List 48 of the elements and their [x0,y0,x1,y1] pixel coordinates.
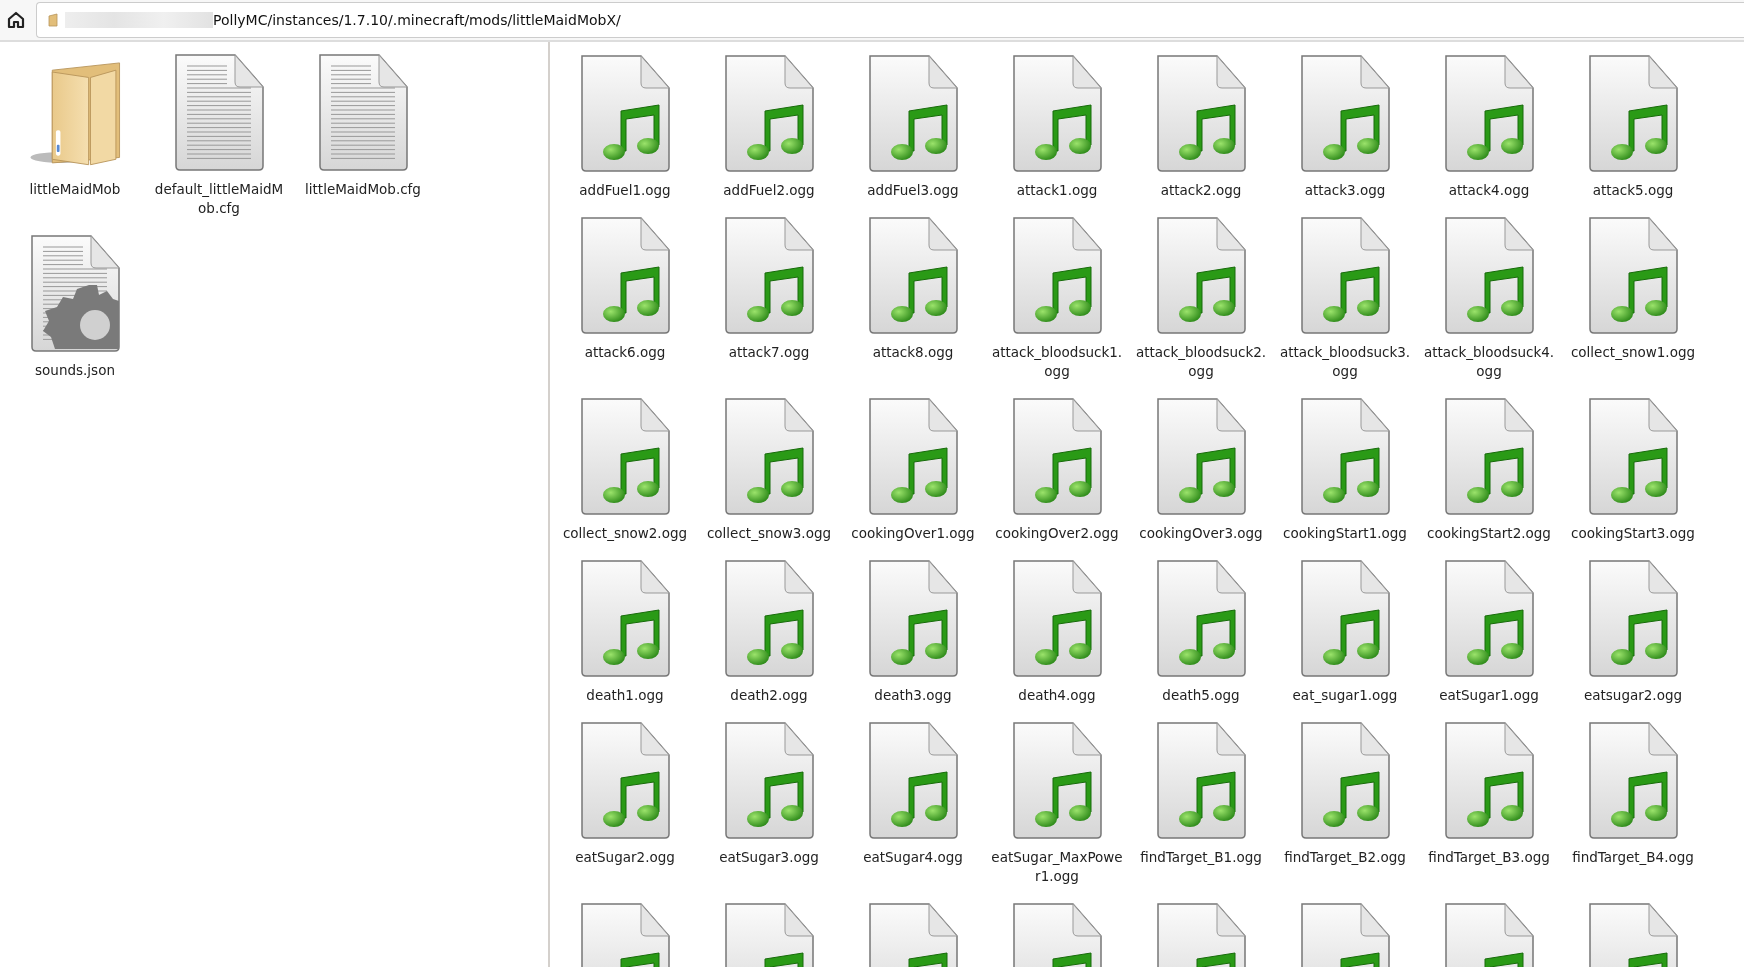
file-item[interactable]: attack_bloodsuck2.ogg [1129,215,1273,396]
file-item[interactable]: eatSugar1.ogg [1417,558,1561,720]
file-item[interactable]: cookingOver1.ogg [841,396,985,558]
file-item[interactable]: findTarget_B4.ogg [1561,720,1705,901]
file-item[interactable]: collect_snow3.ogg [697,396,841,558]
file-item[interactable]: attack_bloodsuck4.ogg [1417,215,1561,396]
file-item[interactable]: addFuel2.ogg [697,53,841,215]
file-item[interactable]: eatSugar3.ogg [697,720,841,901]
file-item[interactable]: death5.ogg [1129,558,1273,720]
address-field[interactable]: PollyMC/instances/1.7.10/.minecraft/mods/littleMaidMobX/ [36,2,1744,38]
file-item[interactable]: eat_sugar1.ogg [1273,558,1417,720]
file-item[interactable]: attack5.ogg [1561,53,1705,215]
file-item[interactable]: death2.ogg [697,558,841,720]
path-text: PollyMC/instances/1.7.10/.minecraft/mods/littleMaidMobX/ [213,12,621,28]
file-item[interactable]: sounds.json [3,233,147,395]
file-item[interactable]: attack4.ogg [1417,53,1561,215]
folder-icon [47,13,59,27]
file-item[interactable]: cookingOver2.ogg [985,396,1129,558]
file-item[interactable]: collect_snow1.ogg [1561,215,1705,396]
file-item[interactable]: addFuel1.ogg [553,53,697,215]
file-item[interactable]: death3.ogg [841,558,985,720]
file-item[interactable]: death4.ogg [985,558,1129,720]
file-item[interactable]: attack3.ogg [1273,53,1417,215]
file-item[interactable]: littleMaidMob.cfg [291,52,435,233]
file-item[interactable]: attack2.ogg [1129,53,1273,215]
file-item[interactable]: eatSugar_MaxPower1.ogg [985,720,1129,901]
file-item[interactable]: attack_bloodsuck3.ogg [1273,215,1417,396]
file-item[interactable]: attack1.ogg [985,53,1129,215]
file-item[interactable]: eatsugar2.ogg [1561,558,1705,720]
file-item[interactable]: cookingOver3.ogg [1129,396,1273,558]
file-item[interactable]: attack8.ogg [841,215,985,396]
file-item[interactable]: cookingStart2.ogg [1417,396,1561,558]
file-item[interactable]: collect_snow2.ogg [553,396,697,558]
file-item[interactable]: default_littleMaidMob.cfg [147,52,291,233]
file-item[interactable]: eatSugar2.ogg [553,720,697,901]
file-item[interactable]: findTarget_B3.ogg [1417,720,1561,901]
file-item[interactable]: death1.ogg [553,558,697,720]
file-item[interactable]: littleMaidMob [3,52,147,233]
file-item[interactable]: addFuel3.ogg [841,53,985,215]
file-item[interactable]: cookingStart3.ogg [1561,396,1705,558]
home-icon [6,10,26,30]
file-item[interactable]: cookingStart1.ogg [1273,396,1417,558]
file-item[interactable]: attack_bloodsuck1.ogg [985,215,1129,396]
file-item[interactable]: eatSugar4.ogg [841,720,985,901]
file-item[interactable]: attack6.ogg [553,215,697,396]
file-item[interactable]: findTarget_B2.ogg [1273,720,1417,901]
file-item[interactable]: attack7.ogg [697,215,841,396]
file-item[interactable]: findTarget_B1.ogg [1129,720,1273,901]
